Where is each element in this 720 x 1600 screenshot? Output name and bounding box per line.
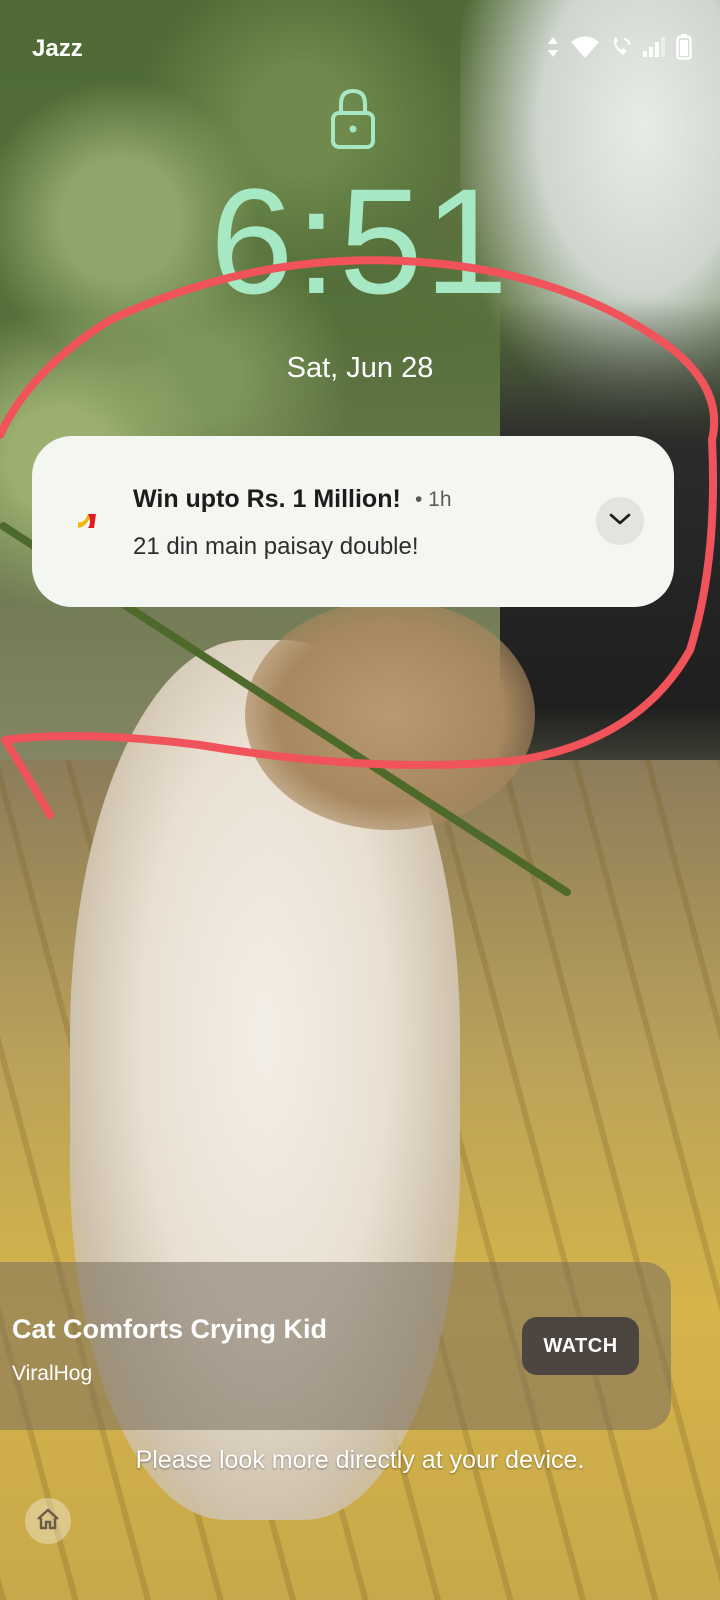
watch-button[interactable]: WATCH <box>522 1317 639 1375</box>
app-logo-icon <box>74 510 100 532</box>
media-title: Cat Comforts Crying Kid <box>12 1314 328 1344</box>
notification-title: Win upto Rs. 1 Million! <box>133 485 401 513</box>
status-bar: Jazz <box>0 0 720 96</box>
lockscreen-clock: 6:51 <box>210 157 510 325</box>
signal-icon <box>642 36 666 58</box>
status-icons <box>546 34 692 60</box>
battery-icon <box>676 34 692 60</box>
lock-icon[interactable] <box>330 88 376 150</box>
media-suggestion-card[interactable]: Cat Comforts Crying Kid ViralHog WATCH <box>0 1262 671 1430</box>
wifi-calling-icon <box>610 36 632 58</box>
carrier-name: Jazz <box>32 35 83 62</box>
chevron-down-icon <box>608 511 632 532</box>
notification-time: • 1h <box>415 488 452 511</box>
media-source: ViralHog <box>12 1362 93 1385</box>
face-unlock-hint: Please look more directly at your device… <box>135 1446 585 1474</box>
notification-card[interactable]: Win upto Rs. 1 Million! • 1h 21 din main… <box>32 436 674 607</box>
notification-body: 21 din main paisay double! <box>133 533 419 560</box>
data-arrows-icon <box>546 36 560 58</box>
lockscreen-date: Sat, Jun 28 <box>286 352 434 384</box>
notification-expand-button[interactable] <box>596 497 644 545</box>
home-button[interactable] <box>25 1498 71 1544</box>
wifi-icon <box>570 35 600 59</box>
home-icon <box>36 1507 60 1535</box>
